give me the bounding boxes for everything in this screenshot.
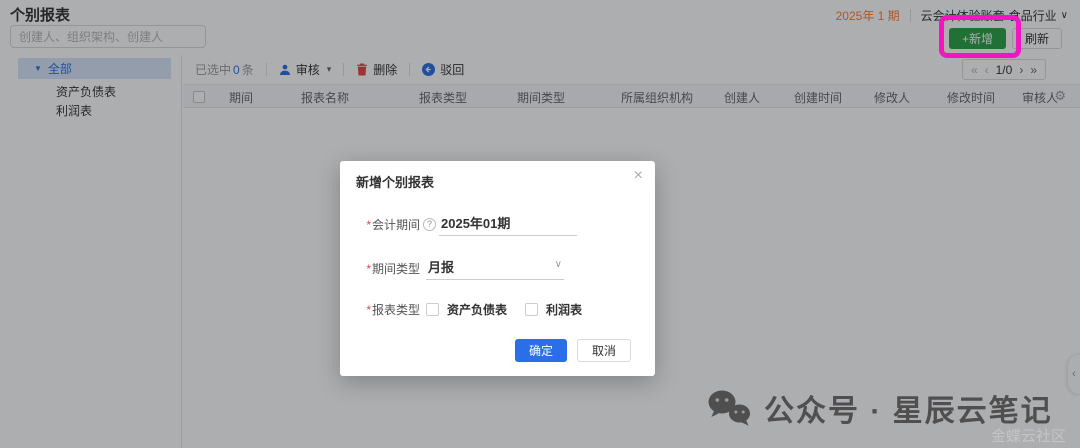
help-icon[interactable]: ? [423,218,436,231]
field-label: *期间类型 [358,260,420,277]
required-mark: * [366,218,371,232]
report-type-options: 资产负债表 利润表 [426,301,592,318]
period-type-label: 期间类型 [372,262,420,276]
period-type-select[interactable]: 月报 ∨ [426,257,564,280]
app-window: 个别报表 2025年 1 期 云会计体验账套-食品行业 ∨ +新增 刷新 ▼ 全… [0,0,1080,448]
close-icon[interactable]: × [634,168,643,184]
cancel-button[interactable]: 取消 [577,339,631,362]
report-type-field: *报表类型 资产负债表 利润表 [358,301,592,318]
accounting-period-label: 会计期间 [372,218,420,232]
dialog-title: 新增个别报表 [356,172,434,191]
accounting-period-value: 2025年01期 [441,216,510,231]
required-mark: * [366,262,371,276]
accounting-period-field: *会计期间 ? 2025年01期 [358,213,577,236]
required-mark: * [366,303,371,317]
period-type-field: *期间类型 月报 ∨ [358,257,564,280]
chevron-down-icon: ∨ [555,259,562,270]
dialog-footer: 确定 取消 [515,339,631,362]
field-label: *会计期间 [358,216,420,233]
field-label: *报表类型 [358,301,420,318]
report-type-label: 报表类型 [372,303,420,317]
new-report-dialog: 新增个别报表 × *会计期间 ? 2025年01期 *期间类型 月报 ∨ *报表… [340,161,655,376]
income-statement-checkbox-label[interactable]: 利润表 [546,301,582,318]
balance-sheet-checkbox[interactable] [426,303,439,316]
accounting-period-input[interactable]: 2025年01期 [439,213,577,236]
balance-sheet-checkbox-label[interactable]: 资产负债表 [447,301,507,318]
confirm-button[interactable]: 确定 [515,339,567,362]
income-statement-checkbox[interactable] [525,303,538,316]
period-type-value: 月报 [428,260,454,275]
